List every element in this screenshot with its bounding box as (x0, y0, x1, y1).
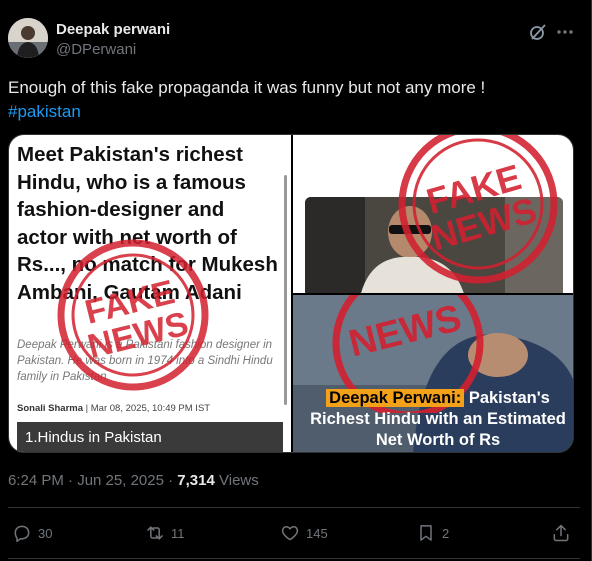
action-bar: 30 11 145 2 (0, 519, 592, 547)
scrollbar (284, 175, 287, 405)
reply-icon (14, 525, 30, 543)
video-caption: Deepak Perwani: Pakistan's Richest Hindu… (307, 388, 569, 451)
repost-count: 11 (171, 525, 185, 541)
like-count: 145 (306, 525, 328, 541)
byline-date: Mar 08, 2025, 10:49 PM IST (90, 403, 211, 414)
bookmark-count: 2 (442, 525, 450, 541)
reply-count: 30 (38, 525, 53, 541)
media-video-thumbnail[interactable]: NEWS Deepak Perwani: Pakistan's Richest … (293, 295, 573, 452)
more-icon[interactable] (555, 22, 575, 42)
fake-news-stamp: FAKE NEWS (57, 239, 209, 391)
divider (8, 507, 580, 508)
author-name[interactable]: Deepak perwani (56, 21, 170, 38)
bookmark-button[interactable]: 2 (416, 519, 449, 547)
repost-icon (147, 526, 163, 540)
repost-button[interactable]: 11 (145, 519, 185, 547)
views-label: Views (219, 472, 259, 489)
post-body: Enough of this fake propaganda it was fu… (8, 78, 486, 97)
share-icon (553, 524, 569, 542)
fake-news-stamp-2: FAKE NEWS (398, 135, 558, 284)
grok-icon[interactable] (528, 22, 548, 42)
article-byline: Sonali Sharma | Mar 08, 2025, 10:49 PM I… (17, 403, 210, 414)
article-section-box: 1.Hindus in Pakistan (17, 422, 283, 452)
heart-icon (281, 526, 299, 541)
post-time[interactable]: 6:24 PM · Jun 25, 2025 · (8, 472, 173, 489)
share-button[interactable] (551, 519, 577, 547)
hashtag-link[interactable]: #pakistan (8, 102, 81, 121)
tweet: Deepak perwani @DPerwani Enough of this … (0, 0, 592, 561)
avatar[interactable] (8, 18, 48, 58)
media-article-screenshot[interactable]: Meet Pakistan's richest Hindu, who is a … (9, 135, 291, 452)
like-button[interactable]: 145 (280, 519, 328, 547)
author-handle[interactable]: @DPerwani (56, 41, 136, 58)
post-meta: 6:24 PM · Jun 25, 2025 · 7,314 Views (8, 472, 259, 489)
views-count: 7,314 (177, 472, 215, 489)
bookmark-icon (420, 525, 432, 541)
media-grid[interactable]: Meet Pakistan's richest Hindu, who is a … (8, 134, 574, 453)
media-photo-top[interactable]: FAKE NEWS (293, 135, 573, 293)
post-text: Enough of this fake propaganda it was fu… (8, 76, 578, 124)
stamp-word-2: NEWS (345, 297, 466, 365)
divider-bottom (8, 558, 580, 559)
reply-button[interactable]: 30 (12, 519, 52, 547)
caption-highlight: Deepak Perwani: (326, 389, 465, 407)
byline-author: Sonali Sharma (17, 403, 83, 414)
